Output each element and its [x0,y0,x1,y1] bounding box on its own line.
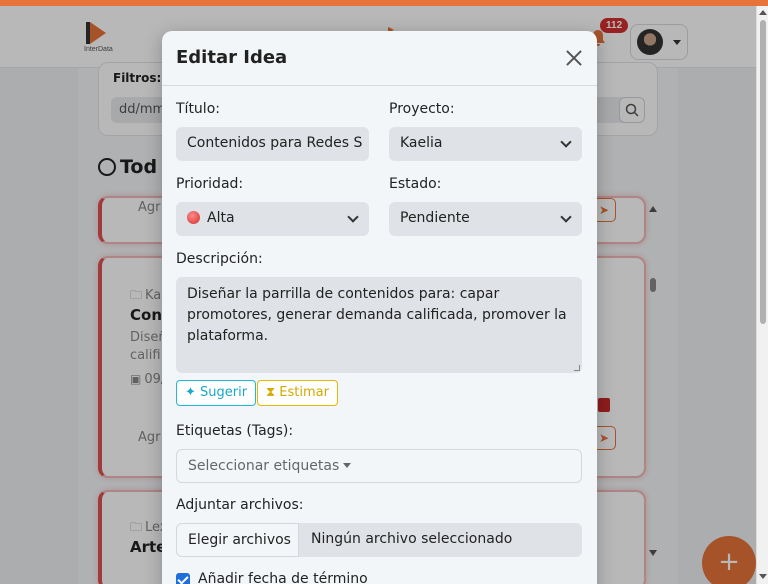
estado-label: Estado: [389,176,442,192]
fecha-termino-label[interactable]: Añadir fecha de término [198,571,368,584]
window-scrollbar[interactable] [756,6,768,584]
proyecto-label: Proyecto: [389,101,455,117]
priority-dot-icon [187,211,200,224]
estado-select[interactable]: Pendiente [389,202,582,236]
edit-idea-modal: Editar Idea Título: Contenidos para Rede… [162,31,597,584]
caret-down-icon [343,463,352,468]
prioridad-label: Prioridad: [176,176,244,192]
titulo-input[interactable]: Contenidos para Redes S [176,127,369,161]
hourglass-icon: ⧗ [266,385,280,400]
prioridad-value: Alta [207,210,235,226]
descripcion-textarea[interactable]: Diseñar la parrilla de contenidos para: … [176,277,582,373]
estado-value: Pendiente [400,210,470,226]
file-input[interactable]: Elegir archivos Ningún archivo seleccion… [176,523,582,557]
chevron-down-icon [560,211,572,223]
estimar-button[interactable]: ⧗ Estimar [257,380,338,406]
resize-handle-icon[interactable] [574,365,580,371]
chevron-down-icon [560,136,572,148]
fecha-termino-checkbox[interactable] [176,573,190,584]
etiquetas-label: Etiquetas (Tags): [176,423,294,439]
etiquetas-dropdown[interactable]: Seleccionar etiquetas [176,449,582,483]
chevron-down-icon [347,211,359,223]
choose-files-button[interactable]: Elegir archivos [176,523,299,557]
adjuntar-label: Adjuntar archivos: [176,497,304,513]
close-icon[interactable] [564,48,584,68]
file-status-text: Ningún archivo seleccionado [311,531,513,547]
scroll-down-arrow[interactable] [759,574,767,579]
proyecto-select[interactable]: Kaelia [389,127,582,161]
scroll-up-arrow[interactable] [759,10,767,15]
modal-title: Editar Idea [176,47,288,68]
scrollbar-thumb[interactable] [760,20,766,324]
modal-header: Editar Idea [162,31,597,86]
prioridad-select[interactable]: Alta [176,202,369,236]
descripcion-label: Descripción: [176,251,263,267]
sparkle-icon: ✦ [185,385,201,400]
proyecto-value: Kaelia [400,135,443,151]
titulo-label: Título: [176,101,220,117]
sugerir-button[interactable]: ✦ Sugerir [176,380,257,406]
